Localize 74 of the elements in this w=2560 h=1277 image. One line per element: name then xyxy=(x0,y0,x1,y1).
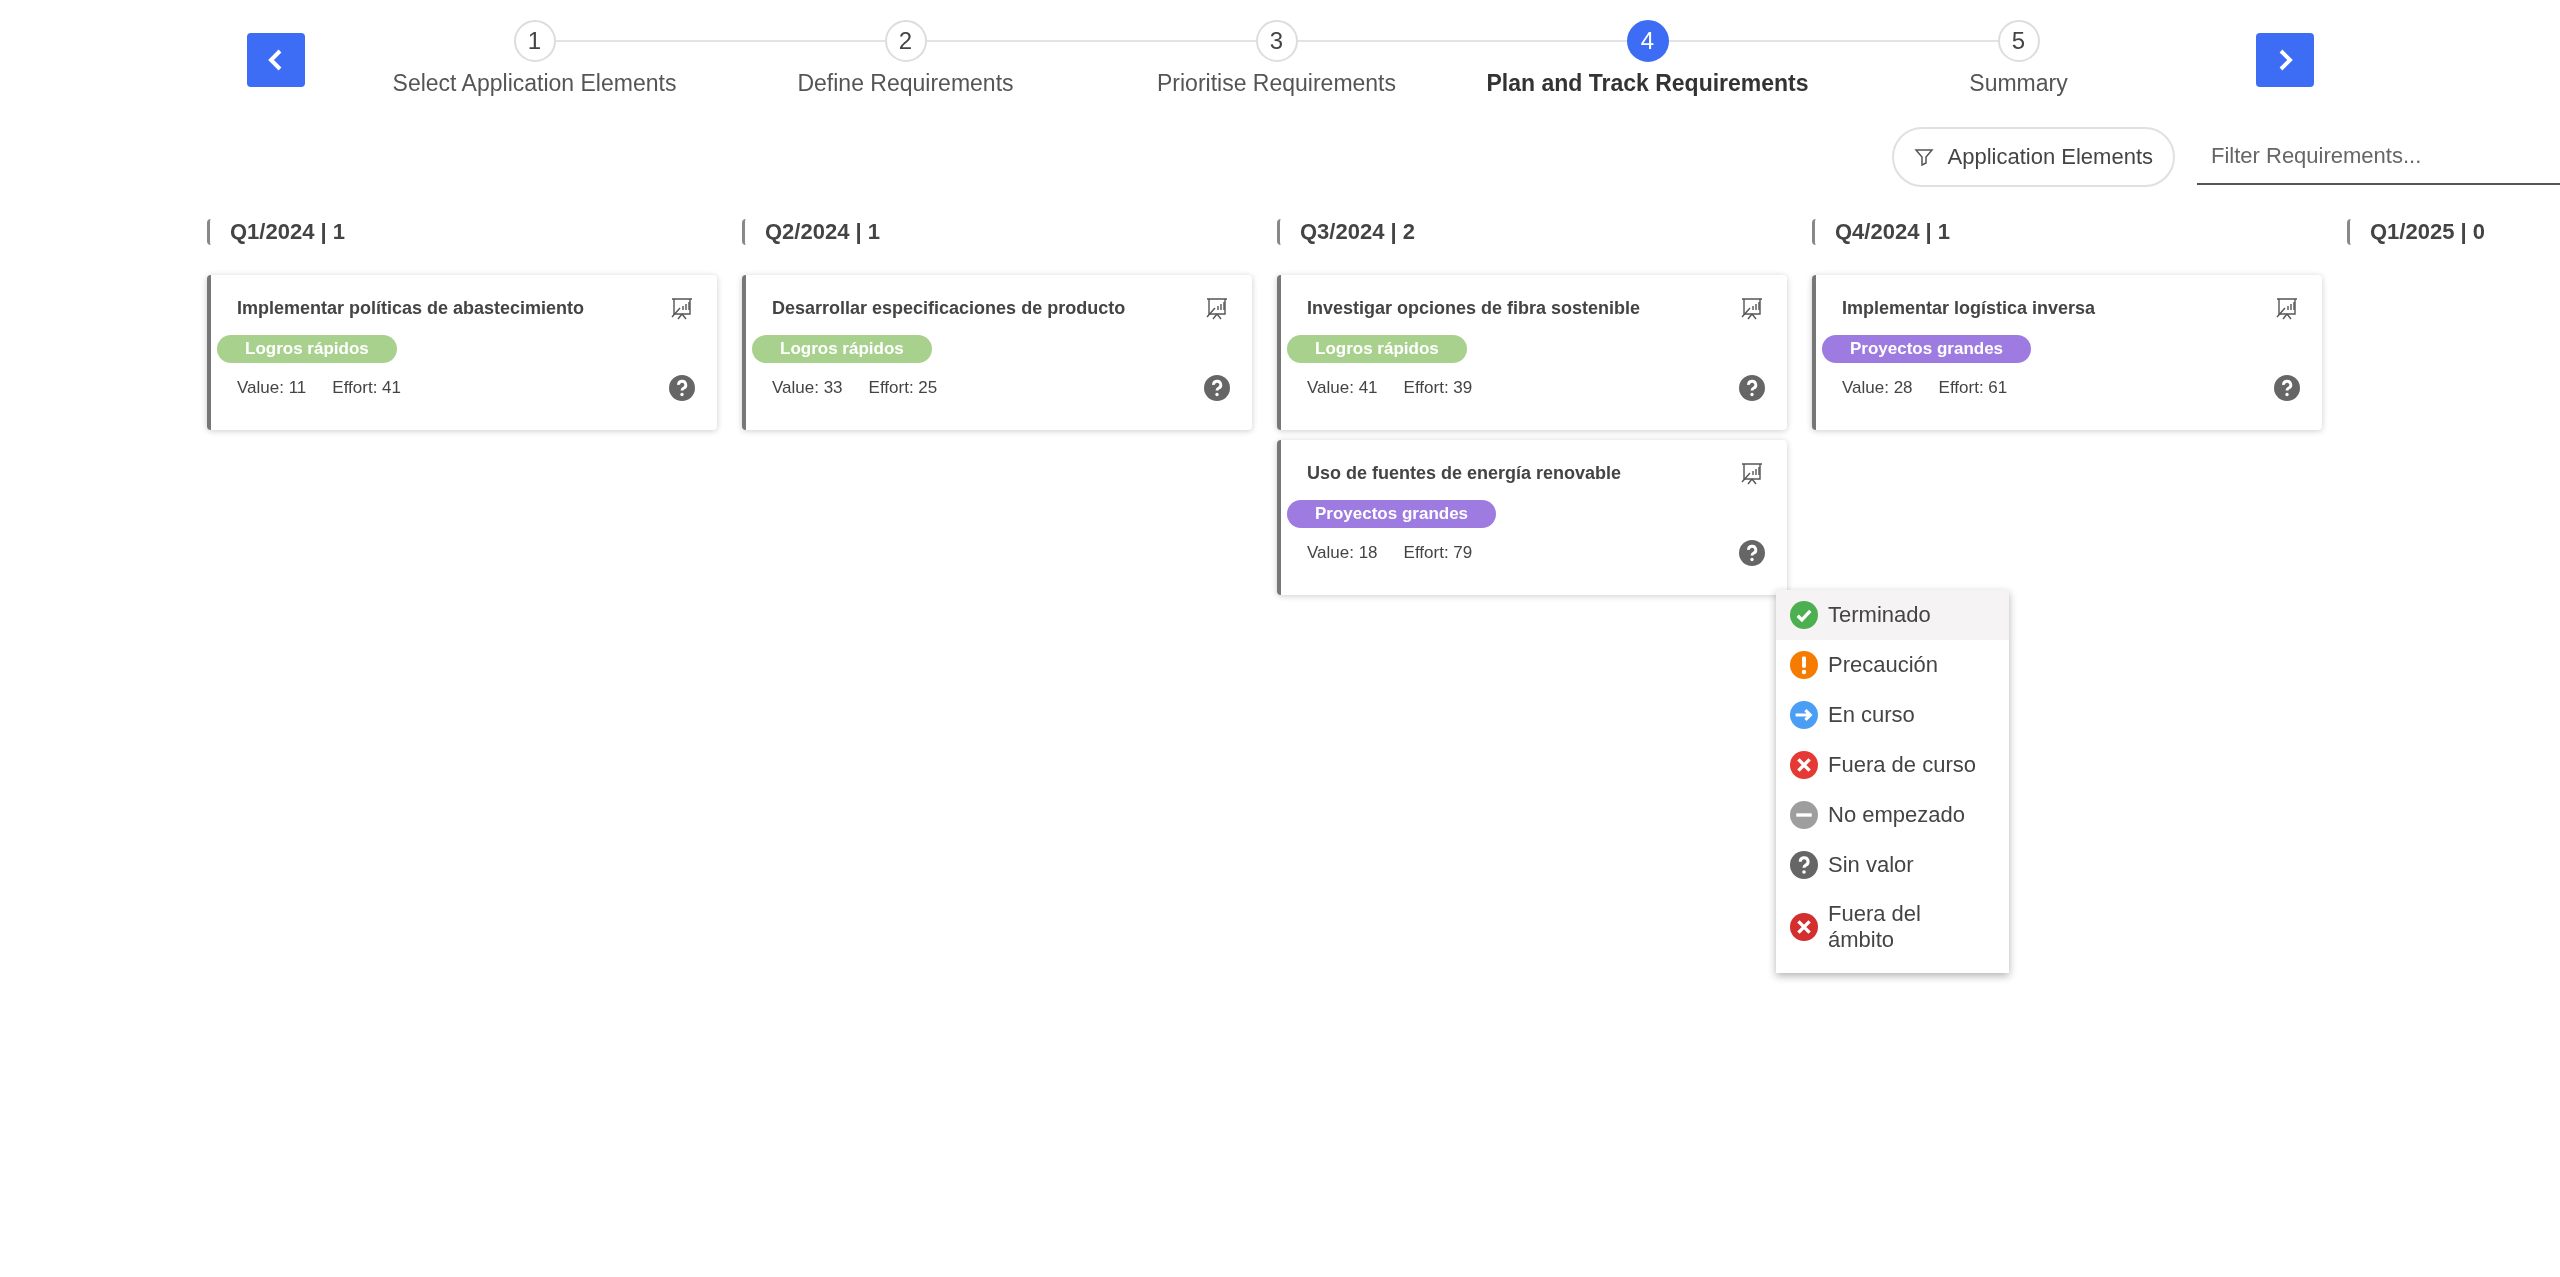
quarter-heading: Q1/2025 | 0 xyxy=(2370,219,2486,245)
next-button[interactable] xyxy=(2256,33,2314,87)
quarter-heading: Q2/2024 | 1 xyxy=(765,219,881,245)
status-menu-item[interactable]: En curso xyxy=(1776,690,2009,740)
step-number[interactable]: 5 xyxy=(1997,20,2040,62)
status-label: No empezado xyxy=(1828,801,1965,829)
requirement-card[interactable]: Investigar opciones de fibra sostenible Logros rápidos Value: 41 Effort: 39 xyxy=(1277,275,1787,430)
effort-text: Effort: 79 xyxy=(1403,543,1473,563)
value-text: Value: 28 xyxy=(1842,378,1913,398)
status-label: Sin valor xyxy=(1828,851,1914,879)
question-circle-icon xyxy=(2274,375,2300,401)
category-tag: Proyectos grandes xyxy=(1287,500,1497,528)
status-menu-item[interactable]: Fuera de curso xyxy=(1776,740,2009,790)
chart-board-icon[interactable] xyxy=(669,295,695,321)
question-circle-icon xyxy=(669,375,695,401)
effort-text: Effort: 25 xyxy=(868,378,938,398)
status-label: Fuera de curso xyxy=(1828,751,1976,779)
dash-circle-icon xyxy=(1790,801,1818,829)
card-title: Uso de fuentes de energía renovable xyxy=(1307,462,1622,484)
funnel-icon xyxy=(1913,147,1934,167)
step-label[interactable]: Plan and Track Requirements xyxy=(1486,70,1809,97)
question-circle-icon xyxy=(1204,375,1230,401)
card-title: Implementar políticas de abastecimiento xyxy=(237,297,585,319)
card-title: Investigar opciones de fibra sostenible xyxy=(1307,297,1641,319)
value-text: Value: 33 xyxy=(772,378,843,398)
step-number[interactable]: 1 xyxy=(513,20,556,62)
step-number[interactable]: 4 xyxy=(1626,20,1669,62)
category-tag: Logros rápidos xyxy=(217,335,397,363)
category-tag: Logros rápidos xyxy=(1287,335,1467,363)
effort-text: Effort: 41 xyxy=(332,378,401,398)
chart-board-icon[interactable] xyxy=(2274,295,2300,321)
question-circle-icon xyxy=(1790,851,1818,879)
chart-board-icon[interactable] xyxy=(1739,295,1765,321)
question-circle-icon xyxy=(1739,375,1765,401)
status-menu-item[interactable]: Sin valor xyxy=(1776,840,2009,890)
status-menu-item[interactable]: Terminado xyxy=(1776,590,2009,640)
value-text: Value: 41 xyxy=(1307,378,1378,398)
step-number[interactable]: 2 xyxy=(884,20,927,62)
filter-button[interactable]: Application Elements xyxy=(1891,127,2175,187)
status-label: Precaución xyxy=(1828,651,1939,679)
quarter-heading: Q4/2024 | 1 xyxy=(1835,219,1951,245)
chart-board-icon[interactable] xyxy=(1739,460,1765,486)
requirement-card[interactable]: Implementar logística inversa Proyectos grandes Value: 28 Effort: 61 xyxy=(1812,275,2322,430)
effort-text: Effort: 61 xyxy=(1938,378,2008,398)
requirement-card[interactable]: Implementar políticas de abastecimiento Logros rápidos Value: 11 Effort: 41 xyxy=(207,275,717,430)
check-circle-icon xyxy=(1790,601,1818,629)
status-menu-item[interactable]: Fuera del ámbito xyxy=(1776,890,2009,965)
previous-button[interactable] xyxy=(247,33,305,87)
exclamation-circle-icon xyxy=(1790,651,1818,679)
step-label[interactable]: Select Application Elements xyxy=(392,70,677,97)
category-tag: Logros rápidos xyxy=(752,335,932,363)
value-text: Value: 11 xyxy=(237,378,307,398)
question-circle-icon xyxy=(1739,540,1765,566)
value-text: Value: 18 xyxy=(1307,543,1378,563)
cross-circle-icon xyxy=(1790,751,1818,779)
cross-circle-icon xyxy=(1790,913,1818,942)
quarter-heading: Q1/2024 | 1 xyxy=(230,219,346,245)
status-label: Terminado xyxy=(1828,601,1931,629)
status-menu-item[interactable]: No empezado xyxy=(1776,790,2009,840)
card-title: Implementar logística inversa xyxy=(1842,297,2096,319)
arrow-circle-icon xyxy=(1790,701,1818,729)
step-number[interactable]: 3 xyxy=(1255,20,1298,62)
step-label[interactable]: Define Requirements xyxy=(797,70,1014,97)
status-label: En curso xyxy=(1828,701,1915,729)
status-label: Fuera del ámbito xyxy=(1828,901,1922,954)
effort-text: Effort: 39 xyxy=(1403,378,1473,398)
step-label[interactable]: Prioritise Requirements xyxy=(1157,70,1396,97)
quarter-heading: Q3/2024 | 2 xyxy=(1300,219,1416,245)
card-title: Desarrollar especificaciones de producto xyxy=(772,297,1126,319)
category-tag: Proyectos grandes xyxy=(1822,335,2032,363)
step-label[interactable]: Summary xyxy=(1969,70,2068,97)
requirement-card[interactable]: Desarrollar especificaciones de producto Logros rápidos Value: 33 Effort: 25 xyxy=(742,275,1252,430)
chart-board-icon[interactable] xyxy=(1204,295,1230,321)
status-menu-item[interactable]: Precaución xyxy=(1776,640,2009,690)
